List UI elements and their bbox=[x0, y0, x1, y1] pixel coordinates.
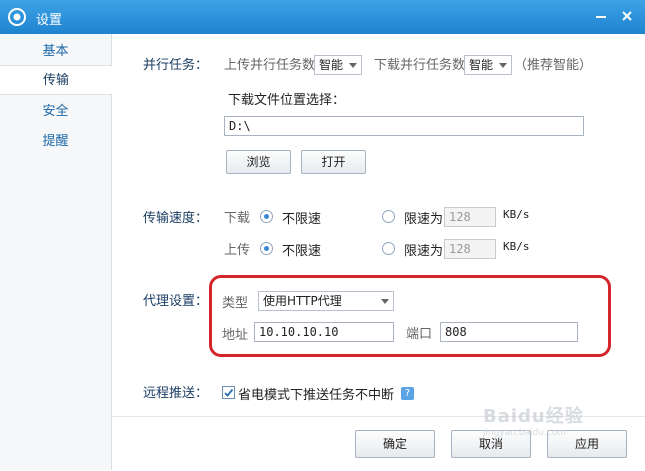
upload-limit-input[interactable]: 128 bbox=[444, 239, 496, 259]
sidebar: 基本 传输 安全 提醒 bbox=[0, 34, 112, 470]
ok-button[interactable]: 确定 bbox=[355, 430, 435, 458]
chevron-down-icon bbox=[499, 63, 507, 68]
recommend-hint: （推荐智能） bbox=[514, 58, 593, 73]
download-parallel-select[interactable]: 智能 bbox=[464, 55, 512, 75]
speed-section-label: 传输速度： bbox=[143, 211, 209, 226]
sidebar-item-transfer[interactable]: 传输 bbox=[0, 65, 112, 95]
help-icon[interactable]: ? bbox=[401, 387, 414, 400]
download-parallel-value: 智能 bbox=[469, 58, 494, 72]
download-parallel-label: 下载并行任务数 bbox=[374, 58, 466, 73]
sidebar-item-reminder[interactable]: 提醒 bbox=[0, 127, 111, 157]
title-bar[interactable]: 设置 bbox=[0, 0, 645, 34]
parallel-section-label: 并行任务： bbox=[143, 58, 209, 73]
close-icon bbox=[622, 11, 632, 21]
upload-limit-label: 限速为 bbox=[404, 244, 444, 259]
remote-section-label: 远程推送： bbox=[143, 386, 209, 401]
proxy-highlight-annotation bbox=[209, 275, 611, 357]
browse-button[interactable]: 浏览 bbox=[226, 150, 291, 174]
download-limit-radio[interactable] bbox=[382, 210, 395, 223]
download-unit: KB/s bbox=[503, 208, 530, 221]
download-limit-label: 限速为 bbox=[404, 212, 444, 227]
upload-speed-label: 上传 bbox=[224, 243, 251, 258]
sidebar-item-security[interactable]: 安全 bbox=[0, 97, 111, 127]
settings-window: 设置 基本 传输 安全 提醒 并行任务： 上传并行任务数 智能 下载并行任务数 … bbox=[0, 0, 645, 471]
proxy-section-label: 代理设置： bbox=[143, 294, 209, 309]
upload-parallel-label: 上传并行任务数 bbox=[224, 58, 316, 73]
upload-unit: KB/s bbox=[503, 240, 530, 253]
download-path-input[interactable]: D:\ bbox=[224, 116, 584, 136]
download-unlimited-label: 不限速 bbox=[282, 212, 322, 227]
minimize-icon bbox=[596, 16, 606, 18]
download-speed-label: 下载 bbox=[224, 211, 251, 226]
upload-parallel-value: 智能 bbox=[319, 58, 344, 72]
download-unlimited-radio[interactable] bbox=[260, 210, 273, 223]
remote-push-checkbox[interactable] bbox=[222, 386, 235, 399]
remote-push-option-label: 省电模式下推送任务不中断 bbox=[238, 388, 395, 403]
upload-unlimited-label: 不限速 bbox=[282, 244, 322, 259]
watermark-sub: jingyan.baidu.com bbox=[483, 428, 567, 438]
sidebar-item-basic[interactable]: 基本 bbox=[0, 37, 111, 67]
upload-unlimited-radio[interactable] bbox=[260, 242, 273, 255]
app-logo-icon bbox=[8, 8, 26, 26]
download-limit-input[interactable]: 128 bbox=[444, 207, 496, 227]
minimize-button[interactable] bbox=[589, 0, 613, 34]
baidu-watermark: Baidu经验 jingyan.baidu.com bbox=[483, 402, 584, 438]
upload-parallel-select[interactable]: 智能 bbox=[314, 55, 362, 75]
window-title: 设置 bbox=[36, 13, 63, 28]
chevron-down-icon bbox=[349, 63, 357, 68]
upload-limit-radio[interactable] bbox=[382, 242, 395, 255]
open-button[interactable]: 打开 bbox=[301, 150, 366, 174]
checkmark-icon bbox=[224, 388, 234, 397]
close-button[interactable] bbox=[615, 0, 639, 34]
download-location-label: 下载文件位置选择： bbox=[228, 93, 346, 108]
watermark-text: Baidu经验 bbox=[483, 406, 584, 427]
